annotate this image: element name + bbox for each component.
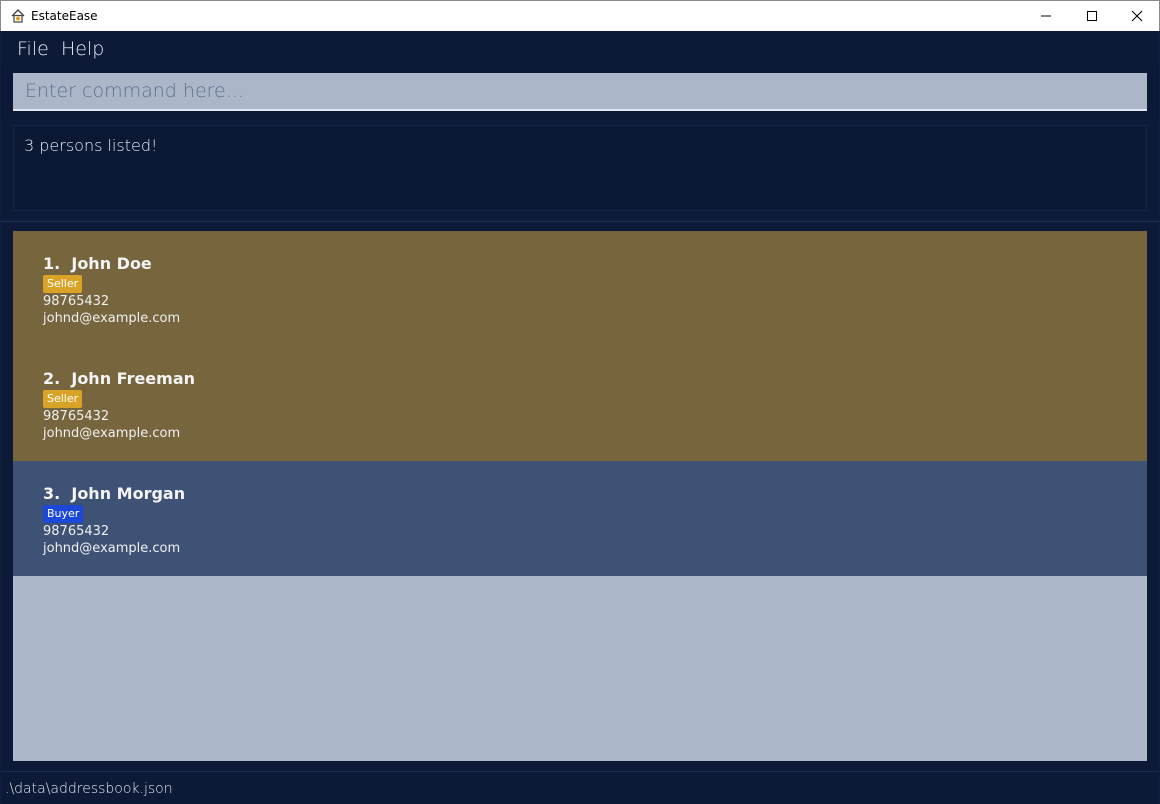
person-name: 2. John Freeman bbox=[43, 369, 195, 388]
person-index: 2. bbox=[43, 369, 61, 388]
person-name-text: John Freeman bbox=[71, 369, 196, 388]
maximize-icon bbox=[1087, 11, 1097, 21]
person-card[interactable]: 2. John Freeman Seller 98765432 johnd@ex… bbox=[13, 346, 1147, 461]
title-bar: EstateEase bbox=[0, 0, 1160, 31]
save-location: .\data\addressbook.json bbox=[5, 781, 173, 797]
menu-help[interactable]: Help bbox=[61, 38, 104, 60]
person-card[interactable]: 1. John Doe Seller 98765432 johnd@exampl… bbox=[13, 231, 1147, 346]
menu-bar: File Help bbox=[1, 31, 1159, 67]
person-index: 1. bbox=[43, 254, 61, 273]
house-icon bbox=[11, 9, 25, 23]
minimize-button[interactable] bbox=[1023, 1, 1069, 31]
person-list[interactable]: 1. John Doe Seller 98765432 johnd@exampl… bbox=[13, 231, 1147, 761]
maximize-button[interactable] bbox=[1069, 1, 1115, 31]
person-email: johnd@example.com bbox=[43, 541, 181, 556]
role-tag: Buyer bbox=[43, 505, 84, 523]
person-name: 1. John Doe bbox=[43, 254, 152, 273]
person-name: 3. John Morgan bbox=[43, 484, 185, 503]
minimize-icon bbox=[1041, 15, 1051, 17]
window-title: EstateEase bbox=[31, 9, 98, 23]
menu-file[interactable]: File bbox=[17, 38, 49, 60]
close-button[interactable] bbox=[1114, 1, 1160, 31]
person-phone: 98765432 bbox=[43, 409, 110, 424]
role-tag: Seller bbox=[43, 275, 83, 293]
person-name-text: John Morgan bbox=[71, 484, 186, 503]
result-display[interactable]: 3 persons listed! bbox=[13, 125, 1147, 211]
person-email: johnd@example.com bbox=[43, 426, 181, 441]
command-input[interactable] bbox=[13, 73, 1147, 111]
person-phone: 98765432 bbox=[43, 294, 110, 309]
person-card[interactable]: 3. John Morgan Buyer 98765432 johnd@exam… bbox=[13, 461, 1147, 576]
person-email: johnd@example.com bbox=[43, 311, 181, 326]
result-display-container: 3 persons listed! bbox=[1, 119, 1159, 219]
command-box bbox=[1, 67, 1159, 119]
status-bar: .\data\addressbook.json bbox=[1, 771, 1159, 804]
person-list-container: 1. John Doe Seller 98765432 johnd@exampl… bbox=[1, 221, 1159, 771]
result-message: 3 persons listed! bbox=[24, 136, 158, 155]
close-icon bbox=[1131, 10, 1143, 22]
person-name-text: John Doe bbox=[71, 254, 152, 273]
person-index: 3. bbox=[43, 484, 61, 503]
person-phone: 98765432 bbox=[43, 524, 110, 539]
role-tag: Seller bbox=[43, 390, 83, 408]
